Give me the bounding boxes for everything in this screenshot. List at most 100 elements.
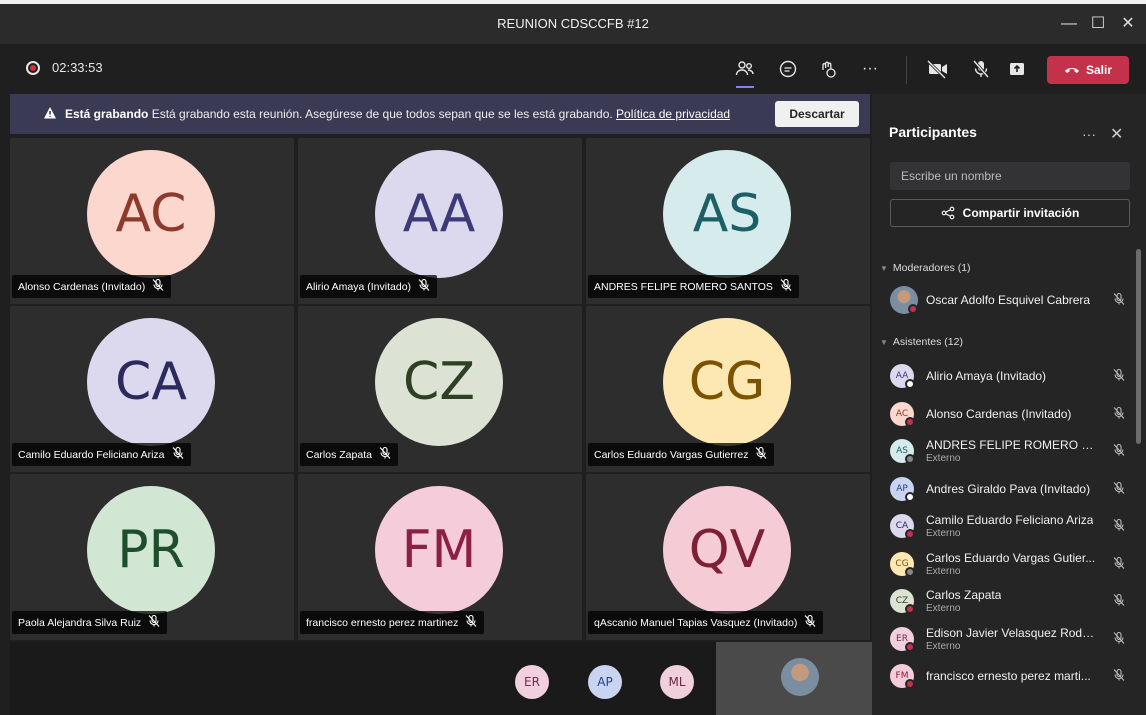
teams-meeting-window: REUNION CDSCCFB #12 — ☐ ✕ 02:33:53 ··· S… xyxy=(0,0,1146,715)
title-bar: REUNION CDSCCFB #12 — ☐ ✕ xyxy=(0,0,1146,44)
recording-banner: Está grabando Está grabando esta reunión… xyxy=(10,94,870,134)
share-invite-button[interactable]: Compartir invitación xyxy=(890,199,1130,227)
panel-more-icon[interactable]: ··· xyxy=(1082,126,1096,142)
moderators-section-header[interactable]: ▼ Moderadores (1) xyxy=(880,262,971,274)
status-indicator xyxy=(905,641,915,652)
video-tile[interactable]: FM francisco ernesto perez martinez xyxy=(298,474,582,640)
meeting-controls-bar: 02:33:53 ··· Salir xyxy=(10,44,1146,92)
mic-off-icon xyxy=(1112,368,1126,387)
participant-name-label: Carlos Eduardo Vargas Gutierrez xyxy=(588,443,775,466)
participant-name-label: Camilo Eduardo Feliciano Ariza xyxy=(12,443,191,466)
mic-off-icon xyxy=(1112,406,1126,425)
video-tile[interactable]: AS ANDRES FELIPE ROMERO SANTOS xyxy=(586,138,870,304)
moderator-name: Oscar Adolfo Esquivel Cabrera xyxy=(926,293,1091,307)
share-invite-label: Compartir invitación xyxy=(962,206,1080,220)
participant-name-label: ANDRES FELIPE ROMERO SANTOS xyxy=(588,275,799,298)
self-view-tile[interactable] xyxy=(716,642,881,715)
mic-off-icon xyxy=(1112,518,1126,537)
video-tile[interactable]: AC Alonso Cardenas (Invitado) xyxy=(10,138,294,304)
share-screen-button[interactable] xyxy=(1002,54,1032,84)
mic-off-icon xyxy=(1112,631,1126,650)
chat-button[interactable] xyxy=(773,54,803,84)
panel-scrollbar[interactable] xyxy=(1136,249,1141,444)
collapse-caret-icon: ▼ xyxy=(880,264,888,273)
privacy-policy-link[interactable]: Política de privacidad xyxy=(616,107,730,121)
participant-name: Alonso Cardenas (Invitado) xyxy=(18,280,146,293)
attendee-row[interactable]: CG Carlos Eduardo Vargas Gutier... Externo xyxy=(890,547,1136,581)
status-indicator xyxy=(905,454,915,464)
overflow-participant-avatar[interactable]: ER xyxy=(515,665,549,699)
recording-icon xyxy=(26,61,40,75)
video-tile[interactable]: CZ Carlos Zapata xyxy=(298,306,582,472)
mic-off-icon xyxy=(151,278,165,295)
participant-name: francisco ernesto perez martinez xyxy=(306,616,459,629)
toolbar-divider xyxy=(906,56,907,84)
hang-up-icon xyxy=(1064,68,1079,73)
close-icon[interactable]: ✕ xyxy=(1113,12,1143,36)
attendee-type: Externo xyxy=(926,640,961,652)
panel-close-icon[interactable]: ✕ xyxy=(1110,124,1123,144)
share-icon xyxy=(941,206,955,220)
mic-off-icon xyxy=(1112,481,1126,500)
attendee-name: Camilo Eduardo Feliciano Ariza xyxy=(926,513,1094,527)
attendee-name: Carlos Eduardo Vargas Gutier... xyxy=(926,550,1096,565)
mic-off-icon xyxy=(754,446,768,463)
mic-off-icon xyxy=(1112,443,1126,462)
attendee-row[interactable]: AA Alirio Amaya (Invitado) xyxy=(890,359,1136,393)
participant-name-label: Carlos Zapata xyxy=(300,443,398,466)
participant-avatar: FM xyxy=(375,486,503,614)
camera-off-icon xyxy=(927,59,947,79)
video-tile[interactable]: AA Alirio Amaya (Invitado) xyxy=(298,138,582,304)
attendee-type: Externo xyxy=(926,453,961,464)
dismiss-button[interactable]: Descartar xyxy=(775,101,859,127)
mic-off-icon xyxy=(803,614,817,631)
attendee-row[interactable]: CA Camilo Eduardo Feliciano Ariza Externo xyxy=(890,509,1136,543)
attendee-row[interactable]: ER Edison Javier Velasquez Rodri... Extern… xyxy=(890,622,1136,656)
mic-off-icon xyxy=(171,446,185,463)
status-indicator xyxy=(905,491,915,502)
participant-search-input[interactable]: Escribe un nombre xyxy=(890,162,1130,190)
attendees-section-header[interactable]: ▼ Asistentes (12) xyxy=(880,336,963,348)
attendee-row[interactable]: AS ANDRES FELIPE ROMERO SA... Externo xyxy=(890,434,1136,468)
attendee-name: Andres Giraldo Pava (Invitado) xyxy=(926,481,1091,496)
video-tile[interactable]: CG Carlos Eduardo Vargas Gutierrez xyxy=(586,306,870,472)
overflow-participant-avatar[interactable]: AP xyxy=(588,665,622,699)
leave-label: Salir xyxy=(1085,63,1112,77)
attendee-row[interactable]: FM francisco ernesto perez marti... xyxy=(890,659,1136,693)
mic-toggle-button[interactable] xyxy=(966,54,996,84)
recording-message: Está grabando Está grabando esta reunión… xyxy=(65,107,730,121)
more-actions-button[interactable]: ··· xyxy=(855,54,885,84)
attendee-row[interactable]: AC Alonso Cardenas (Invitado) xyxy=(890,397,1136,431)
participant-avatar: AA xyxy=(375,150,503,278)
participant-avatar: AS xyxy=(663,150,791,278)
participant-avatar: AC xyxy=(87,150,215,278)
attendee-type: Externo xyxy=(926,528,961,539)
maximize-icon[interactable]: ☐ xyxy=(1083,12,1113,36)
video-tile[interactable]: QV qAscanio Manuel Tapias Vasquez (Invita… xyxy=(586,474,870,640)
participant-name-label: Alirio Amaya (Invitado) xyxy=(300,275,438,298)
camera-toggle-button[interactable] xyxy=(923,54,953,84)
attendee-row[interactable]: CZ Carlos Zapata Externo xyxy=(890,584,1136,618)
participants-panel: Participantes ··· ✕ Escribe un nombre Co… xyxy=(872,94,1146,715)
video-tile[interactable]: CA Camilo Eduardo Feliciano Ariza xyxy=(10,306,294,472)
attendee-row[interactable]: AP Andres Giraldo Pava (Invitado) xyxy=(890,472,1136,506)
recording-bold-text: Está grabando xyxy=(65,107,149,121)
attendee-name: Edison Javier Velasquez Rodri... xyxy=(926,625,1096,640)
video-tile[interactable]: PR Paola Alejandra Silva Ruiz xyxy=(10,474,294,640)
mic-off-icon xyxy=(1112,292,1126,311)
participant-name-label: Paola Alejandra Silva Ruiz xyxy=(12,611,168,634)
participants-toggle-button[interactable] xyxy=(730,54,760,88)
attendees-label: Asistentes (12) xyxy=(892,336,963,348)
leave-button[interactable]: Salir xyxy=(1047,56,1129,84)
attendee-type: Externo xyxy=(926,565,961,577)
participant-avatar: QV xyxy=(663,486,791,614)
video-grid: AC Alonso Cardenas (Invitado) AA Alirio Ama… xyxy=(10,138,870,640)
overflow-participant-avatar[interactable]: ML xyxy=(660,665,694,699)
status-indicator xyxy=(905,604,915,614)
reactions-button[interactable] xyxy=(813,54,843,84)
participant-avatar: CZ xyxy=(375,318,503,446)
participant-avatar: CG xyxy=(663,318,791,446)
moderator-row[interactable]: Oscar Adolfo Esquivel Cabrera xyxy=(890,283,1136,317)
mic-off-icon xyxy=(1112,668,1126,687)
minimize-icon[interactable]: — xyxy=(1054,12,1084,36)
